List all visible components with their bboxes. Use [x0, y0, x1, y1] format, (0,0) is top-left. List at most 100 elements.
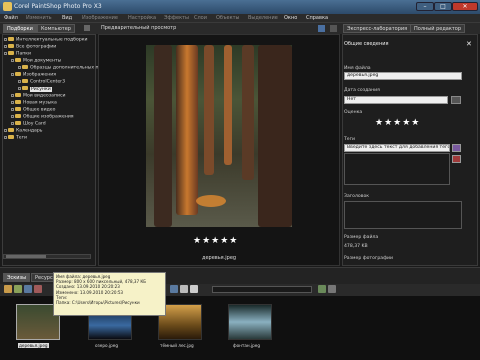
- expand-icon[interactable]: [11, 121, 14, 125]
- search-input[interactable]: [212, 286, 312, 293]
- folder-icon: [8, 135, 14, 139]
- filename-field[interactable]: деревья.jpeg: [344, 72, 462, 80]
- expand-icon[interactable]: [11, 58, 14, 62]
- panel-close-icon[interactable]: [330, 25, 337, 32]
- tree-item[interactable]: Образцы дополнительных п: [18, 65, 99, 71]
- info-close-icon[interactable]: ✕: [466, 40, 472, 48]
- thumbnail-caption: озеро.jpeg: [95, 343, 118, 348]
- remove-tag-button[interactable]: [452, 155, 461, 163]
- delete-icon[interactable]: [34, 285, 42, 293]
- thumbnail-caption: тёмный лес.jpg: [160, 343, 194, 348]
- tree-item-label: Мои документы: [23, 58, 62, 64]
- tree-item[interactable]: Изображения: [11, 72, 56, 78]
- folder-icon: [15, 72, 21, 76]
- tree-item[interactable]: Мои документы: [11, 58, 61, 64]
- tags-list[interactable]: [344, 153, 450, 185]
- expand-icon[interactable]: [4, 128, 7, 132]
- tree-item-label: Интеллектуальные подборки: [16, 37, 88, 43]
- menu-adjust[interactable]: Настройка: [128, 15, 156, 21]
- filename-label: Имя файла: [344, 66, 371, 71]
- edit-icon[interactable]: [4, 285, 12, 293]
- print-icon[interactable]: [180, 285, 188, 293]
- expand-icon[interactable]: [11, 72, 14, 76]
- tree-item[interactable]: Общие изображения: [11, 114, 74, 120]
- folder-icon: [22, 65, 28, 69]
- menu-effects[interactable]: Эффекты: [164, 15, 189, 21]
- rating-label: Оценка: [344, 110, 363, 115]
- tab-collections[interactable]: Подборки: [3, 24, 37, 33]
- tree-item-label: Новая музыка: [23, 100, 57, 106]
- menu-file[interactable]: Файл: [4, 15, 18, 21]
- zoom-in-icon[interactable]: [318, 285, 326, 293]
- folder-icon: [22, 86, 28, 90]
- tree-item-label: Рисунки: [30, 86, 52, 92]
- filesize-value: 478,37 KB: [344, 244, 368, 249]
- tree-item-label: Общее видео: [23, 107, 56, 113]
- menu-image[interactable]: Изображение: [82, 15, 118, 21]
- caption-field[interactable]: [344, 201, 462, 229]
- tree-item[interactable]: ControlCenter3: [18, 79, 65, 85]
- tree-item[interactable]: Общее видео: [11, 107, 55, 113]
- mail-icon[interactable]: [190, 285, 198, 293]
- add-tag-button[interactable]: [452, 144, 461, 152]
- rotate-icon[interactable]: [24, 285, 32, 293]
- minimize-button[interactable]: –: [416, 2, 434, 11]
- menu-edit[interactable]: Изменить: [26, 15, 52, 21]
- tree-item[interactable]: Мои видеозаписи: [11, 93, 65, 99]
- tree-item-label: Мои видеозаписи: [23, 93, 66, 99]
- view-icon[interactable]: [170, 285, 178, 293]
- menu-selection[interactable]: Выделение: [248, 15, 278, 21]
- tab-full-editor[interactable]: Полный редактор: [410, 24, 466, 33]
- menu-help[interactable]: Справка: [306, 15, 328, 21]
- tree-item[interactable]: Рисунки: [18, 86, 52, 92]
- pin-icon[interactable]: [84, 25, 90, 31]
- preview-photo: [146, 45, 292, 227]
- created-field[interactable]: Нет: [344, 96, 448, 104]
- tab-thumbnails[interactable]: Эскизы: [3, 273, 31, 282]
- close-button[interactable]: ✕: [452, 2, 478, 11]
- preview-rating[interactable]: ★★★★★: [193, 236, 238, 246]
- tab-computer[interactable]: Компьютер: [37, 24, 75, 33]
- tree-item[interactable]: Папки: [4, 51, 31, 57]
- expand-icon[interactable]: [11, 93, 14, 97]
- tree-item-label: Общие изображения: [23, 114, 74, 120]
- expand-icon[interactable]: [11, 114, 14, 118]
- title-bar: Corel PaintShop Photo Pro X3 – □ ✕: [0, 0, 480, 14]
- expand-icon[interactable]: [4, 37, 7, 41]
- expand-icon[interactable]: [18, 79, 21, 83]
- tab-express-lab[interactable]: Экспресс-лаборатория: [343, 24, 412, 33]
- expand-icon[interactable]: [4, 135, 7, 139]
- panel-icon[interactable]: [318, 25, 325, 32]
- expand-icon[interactable]: [18, 65, 21, 69]
- tree-item[interactable]: Календарь: [4, 128, 42, 134]
- tree-item[interactable]: Интеллектуальные подборки: [4, 37, 88, 43]
- tree-item[interactable]: Шоу Card: [11, 121, 46, 127]
- expand-icon[interactable]: [18, 86, 21, 90]
- calendar-button[interactable]: [451, 96, 461, 104]
- expand-icon[interactable]: [4, 44, 7, 48]
- scrollbar-thumb[interactable]: [6, 255, 46, 258]
- tree-item[interactable]: Новая музыка: [11, 100, 57, 106]
- menu-bar: Файл Изменить Вид Изображение Настройка …: [0, 14, 480, 23]
- zoom-out-icon[interactable]: [328, 285, 336, 293]
- tree-item[interactable]: Теги: [4, 135, 27, 141]
- sidebar-scrollbar[interactable]: [3, 254, 91, 259]
- window-title: Corel PaintShop Photo Pro X3: [14, 3, 102, 10]
- expand-icon[interactable]: [11, 107, 14, 111]
- expand-icon[interactable]: [4, 51, 7, 55]
- folder-icon: [15, 93, 21, 97]
- menu-view[interactable]: Вид: [62, 15, 72, 21]
- thumbnail-fountain[interactable]: [228, 304, 272, 340]
- tags-input[interactable]: Введите здесь текст для добавления тегов: [344, 144, 450, 152]
- maximize-button[interactable]: □: [434, 2, 452, 11]
- fix-icon[interactable]: [14, 285, 22, 293]
- info-rating[interactable]: ★★★★★: [375, 118, 420, 128]
- menu-layers[interactable]: Слои: [194, 15, 207, 21]
- app-icon: [3, 2, 12, 11]
- menu-objects[interactable]: Объекты: [216, 15, 240, 21]
- folder-icon: [8, 44, 14, 48]
- photosize-label: Размер фотографии: [344, 256, 393, 261]
- menu-window[interactable]: Окно: [284, 15, 297, 21]
- tree-item[interactable]: Все фотографии: [4, 44, 56, 50]
- expand-icon[interactable]: [11, 100, 14, 104]
